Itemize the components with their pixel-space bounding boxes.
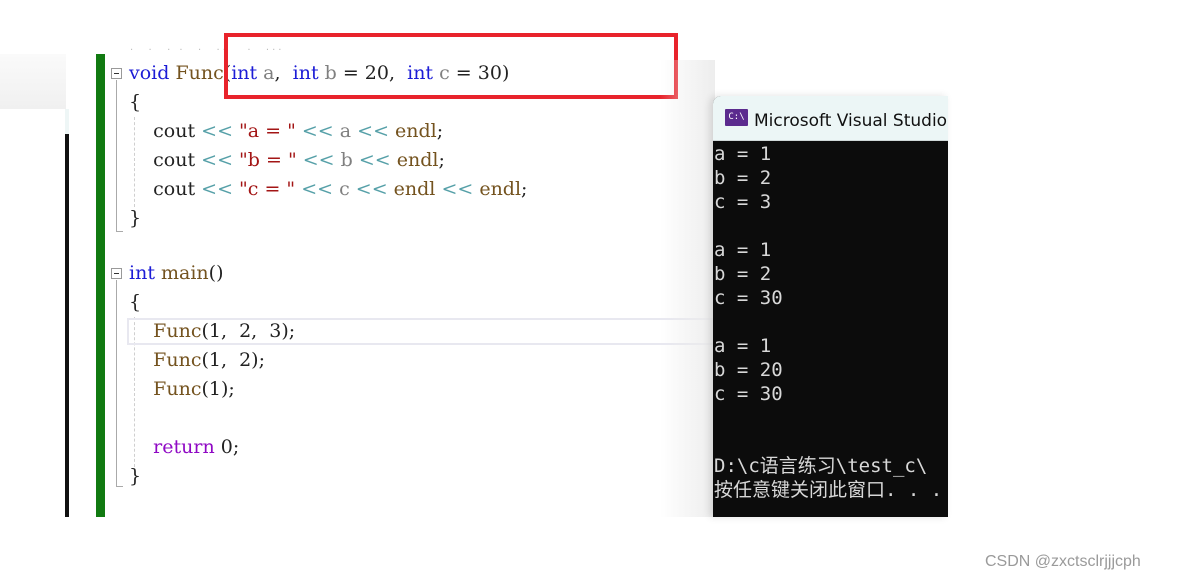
fold-guide-func-end bbox=[116, 231, 123, 232]
code-token: Func bbox=[129, 320, 202, 342]
code-token: << bbox=[357, 120, 389, 142]
fold-guide-main bbox=[116, 280, 117, 486]
annotation-highlight-box bbox=[224, 33, 678, 99]
window-shadow bbox=[660, 60, 715, 517]
console-output-line: b = 2 bbox=[714, 263, 772, 285]
code-token: ; bbox=[438, 149, 445, 171]
code-line[interactable]: { bbox=[129, 288, 141, 317]
code-token: endl bbox=[390, 149, 439, 171]
code-token: 0; bbox=[214, 436, 240, 458]
console-output-line: D:\c语言练习\test_c\ bbox=[714, 455, 928, 477]
code-token: a bbox=[333, 120, 358, 142]
code-line[interactable]: cout << "b = " << b << endl; bbox=[129, 146, 445, 175]
code-token: main bbox=[154, 262, 209, 284]
code-line[interactable]: return 0; bbox=[129, 433, 239, 462]
fold-guide-main-end bbox=[116, 486, 123, 487]
code-token: ; bbox=[521, 178, 528, 200]
console-output: a = 1b = 2c = 3a = 1b = 2c = 30 a = 1b = … bbox=[714, 142, 948, 502]
code-token: cout bbox=[129, 149, 202, 171]
code-token: void bbox=[129, 62, 170, 84]
code-line[interactable]: cout << "a = " << a << endl; bbox=[129, 117, 443, 146]
code-token: << bbox=[358, 149, 391, 171]
code-token: b bbox=[334, 149, 359, 171]
console-output-line: 按任意键关闭此窗口. . . bbox=[714, 479, 943, 501]
code-line[interactable]: cout << "c = " << c << endl << endl; bbox=[129, 175, 527, 204]
console-output-line: a = 1 bbox=[714, 239, 772, 261]
code-token: int bbox=[129, 262, 155, 284]
code-token: Func bbox=[169, 62, 224, 84]
console-output-line: c = 3 bbox=[714, 191, 772, 213]
code-line[interactable]: } bbox=[129, 462, 141, 491]
code-editor[interactable]: · · · · · ·· · ··· void Func(int a, int … bbox=[105, 40, 715, 517]
code-token: } bbox=[129, 207, 142, 229]
code-token: << bbox=[301, 178, 334, 200]
code-token: cout bbox=[129, 178, 202, 200]
code-token: << bbox=[441, 178, 474, 200]
code-token: endl bbox=[473, 178, 522, 200]
code-token: ; bbox=[436, 120, 444, 142]
code-token: << bbox=[201, 178, 233, 200]
console-output-line: c = 30 bbox=[714, 383, 783, 405]
console-window[interactable]: C:\ Microsoft Visual Studio 调 a = 1b = 2… bbox=[713, 96, 948, 517]
code-token: (1, 2, 3); bbox=[201, 320, 296, 342]
console-output-line: c = 30 bbox=[714, 287, 783, 309]
code-token: "a = " bbox=[233, 120, 302, 142]
code-line[interactable]: Func(1, 2, 3); bbox=[129, 317, 295, 346]
code-line[interactable]: } bbox=[129, 204, 141, 233]
code-token: { bbox=[129, 91, 142, 113]
code-token: return bbox=[129, 436, 215, 458]
background-window-band bbox=[65, 109, 69, 134]
collapse-func-button[interactable] bbox=[111, 68, 122, 79]
code-token: c bbox=[333, 178, 356, 200]
fold-guide-func bbox=[116, 80, 117, 231]
code-line[interactable]: Func(1); bbox=[129, 375, 235, 404]
console-output-line: b = 2 bbox=[714, 167, 772, 189]
background-window-strip bbox=[0, 54, 69, 517]
code-token: "b = " bbox=[233, 149, 303, 171]
code-token: << bbox=[201, 149, 233, 171]
code-token: (1, 2); bbox=[201, 349, 265, 371]
console-output-line: a = 1 bbox=[714, 335, 772, 357]
console-title: Microsoft Visual Studio 调 bbox=[754, 111, 948, 131]
console-title-bar[interactable]: C:\ Microsoft Visual Studio 调 bbox=[713, 96, 948, 141]
collapse-main-button[interactable] bbox=[111, 268, 122, 279]
console-app-icon: C:\ bbox=[725, 109, 748, 126]
code-token: (1); bbox=[201, 378, 235, 400]
code-token: << bbox=[201, 120, 233, 142]
code-token: << bbox=[302, 149, 335, 171]
change-tracking-bar bbox=[96, 54, 105, 517]
code-token: "c = " bbox=[233, 178, 302, 200]
code-token: cout bbox=[129, 120, 202, 142]
code-token: << bbox=[301, 120, 334, 142]
code-token: } bbox=[129, 465, 142, 487]
watermark: CSDN @zxctsclrjjjcph bbox=[985, 553, 1141, 570]
code-token: Func bbox=[129, 378, 202, 400]
code-token: () bbox=[208, 262, 224, 284]
code-token: endl bbox=[387, 178, 442, 200]
code-token: { bbox=[129, 291, 142, 313]
background-window-header bbox=[0, 54, 66, 109]
console-output-line: a = 1 bbox=[714, 143, 772, 165]
code-token: << bbox=[355, 178, 388, 200]
code-line[interactable]: { bbox=[129, 88, 141, 117]
code-token: endl bbox=[389, 120, 437, 142]
console-output-line: b = 20 bbox=[714, 359, 783, 381]
code-line[interactable]: int main() bbox=[129, 259, 223, 288]
code-token: Func bbox=[129, 349, 202, 371]
code-line[interactable]: Func(1, 2); bbox=[129, 346, 265, 375]
background-window-edge bbox=[65, 134, 69, 517]
